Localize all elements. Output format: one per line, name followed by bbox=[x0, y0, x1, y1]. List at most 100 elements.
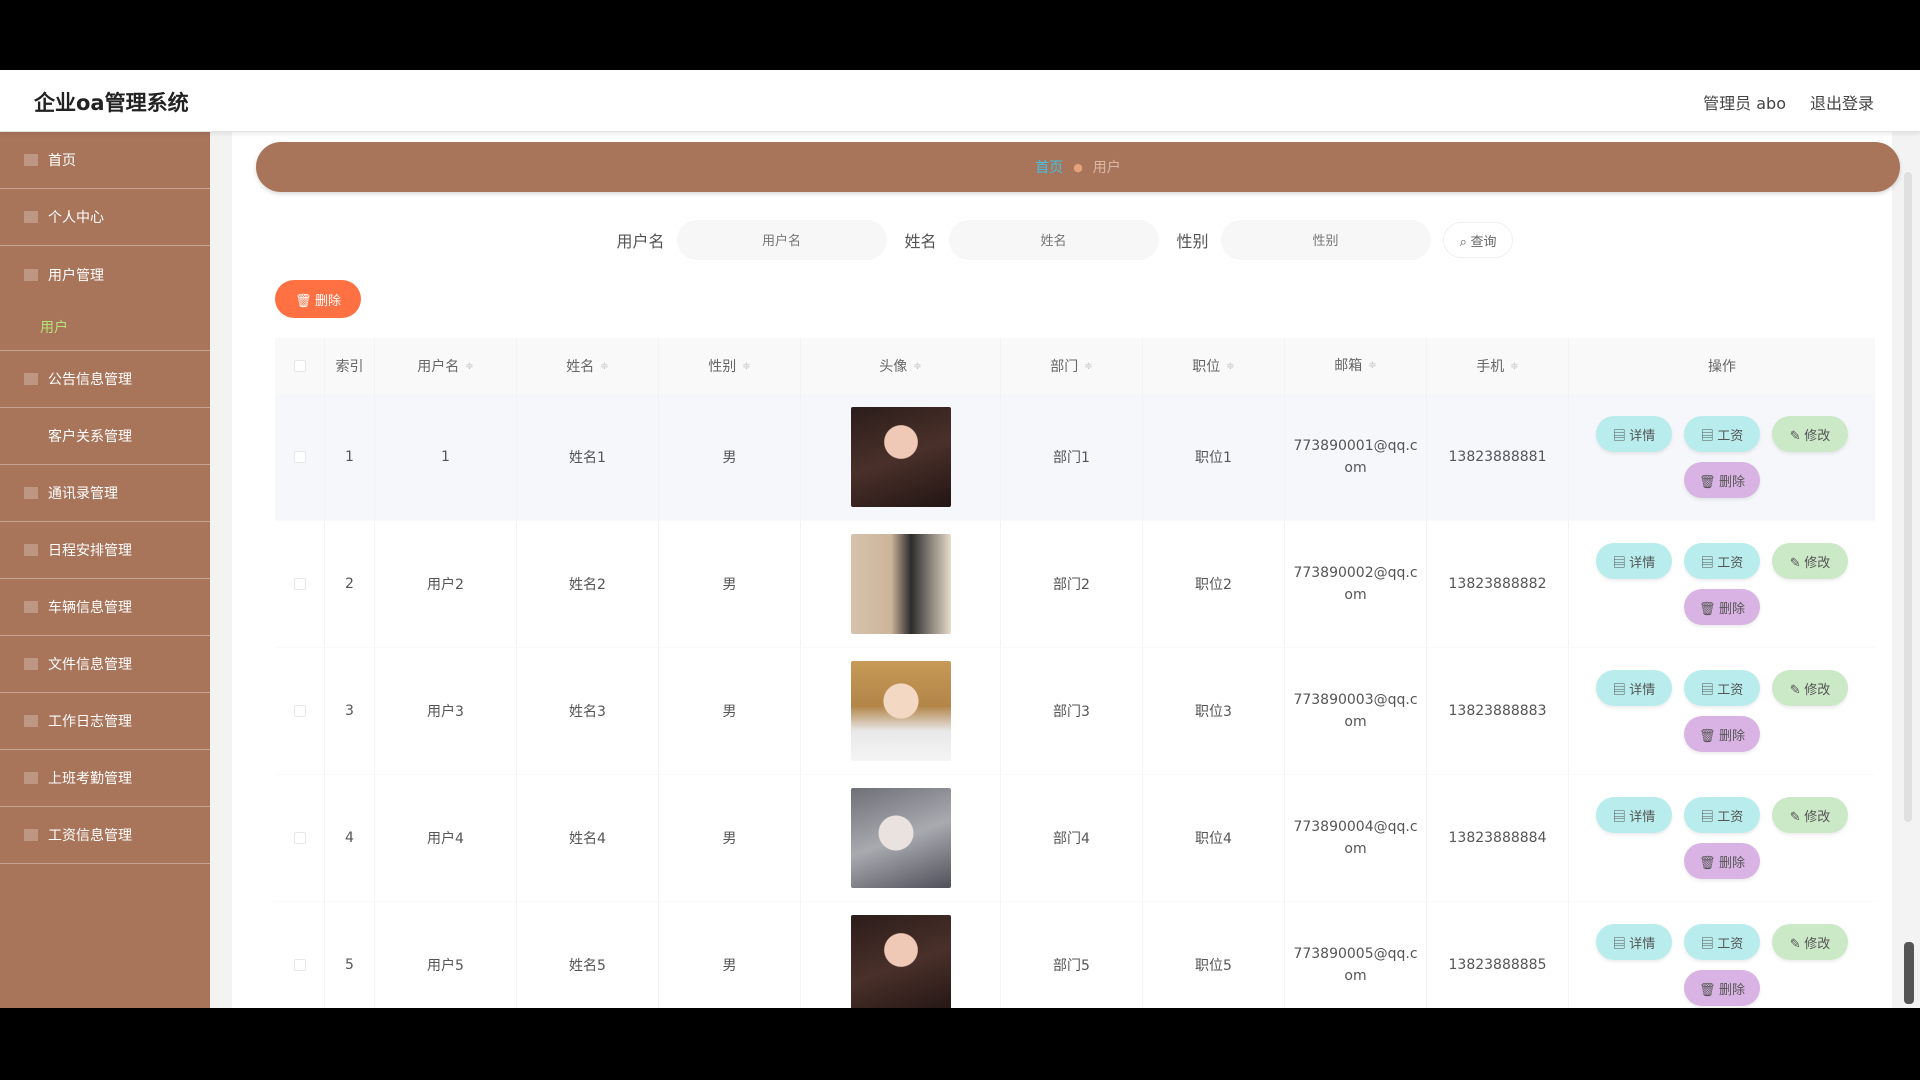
edit-button[interactable]: ✎ 修改 bbox=[1772, 543, 1848, 579]
app-title: 企业oa管理系统 bbox=[34, 91, 189, 115]
app-window: 企业oa管理系统 管理员 abo 退出登录 首页 个人中心 用户管理 用户 公告… bbox=[0, 70, 1920, 1008]
row-checkbox[interactable] bbox=[293, 451, 306, 463]
cell-gender: 男 bbox=[659, 648, 801, 774]
sidebar-item-user-management[interactable]: 用户管理 bbox=[0, 246, 210, 303]
username-label: 用户名 bbox=[616, 232, 665, 251]
cell-avatar bbox=[801, 521, 1001, 647]
col-phone[interactable]: 手机 ≑ bbox=[1427, 338, 1569, 394]
sort-icon[interactable]: ≑ bbox=[742, 361, 750, 372]
salary-button[interactable]: ▤ 工资 bbox=[1684, 670, 1760, 706]
sidebar-item-home[interactable]: 首页 bbox=[0, 132, 210, 189]
gender-label: 性别 bbox=[1176, 232, 1209, 251]
sort-icon[interactable]: ≑ bbox=[600, 361, 608, 372]
sidebar-item-vehicles[interactable]: 车辆信息管理 bbox=[0, 579, 210, 636]
cell-avatar bbox=[801, 648, 1001, 774]
sidebar-item-label: 日程安排管理 bbox=[48, 543, 132, 559]
sort-icon[interactable]: ≑ bbox=[1368, 355, 1376, 377]
money-icon bbox=[24, 829, 38, 841]
cell-username: 用户4 bbox=[375, 775, 517, 901]
col-username[interactable]: 用户名 ≑ bbox=[375, 338, 517, 394]
sidebar-item-salary[interactable]: 工资信息管理 bbox=[0, 807, 210, 864]
book-icon bbox=[24, 487, 38, 499]
scrollbar-thumb[interactable] bbox=[1904, 942, 1914, 1004]
select-all-checkbox[interactable] bbox=[293, 360, 306, 372]
col-email[interactable]: 邮箱 ≑ bbox=[1285, 338, 1427, 394]
delete-button[interactable]: 🗑 删除 bbox=[1684, 716, 1760, 752]
row-select-cell bbox=[275, 775, 325, 901]
delete-button[interactable]: 🗑 删除 bbox=[1684, 589, 1760, 625]
breadcrumb-current: 用户 bbox=[1092, 160, 1121, 176]
detail-button[interactable]: ▤ 详情 bbox=[1596, 416, 1672, 452]
salary-button[interactable]: ▤ 工资 bbox=[1684, 924, 1760, 960]
cell-name: 姓名3 bbox=[517, 648, 659, 774]
sort-icon[interactable]: ≑ bbox=[913, 361, 921, 372]
breadcrumb-home[interactable]: 首页 bbox=[1035, 157, 1063, 177]
logout-link[interactable]: 退出登录 bbox=[1810, 90, 1874, 114]
cell-position: 职位2 bbox=[1143, 521, 1285, 647]
gender-input[interactable] bbox=[1220, 220, 1431, 260]
delete-button[interactable]: 🗑 删除 bbox=[1684, 462, 1760, 498]
sidebar-item-announcements[interactable]: 公告信息管理 bbox=[0, 351, 210, 408]
sidebar-item-work-logs[interactable]: 工作日志管理 bbox=[0, 693, 210, 750]
row-checkbox[interactable] bbox=[293, 832, 306, 844]
cell-email: 773890001@qq.com bbox=[1285, 394, 1427, 520]
salary-button[interactable]: ▤ 工资 bbox=[1684, 416, 1760, 452]
detail-button[interactable]: ▤ 详情 bbox=[1596, 543, 1672, 579]
row-checkbox[interactable] bbox=[293, 959, 306, 971]
cell-gender: 男 bbox=[659, 521, 801, 647]
row-checkbox[interactable] bbox=[293, 705, 306, 717]
sidebar-item-address-book[interactable]: 通讯录管理 bbox=[0, 465, 210, 522]
admin-user-label: 管理员 abo bbox=[1703, 94, 1786, 113]
cell-index: 1 bbox=[325, 394, 375, 520]
delete-button[interactable]: 🗑 删除 bbox=[1684, 970, 1760, 1006]
sort-icon[interactable]: ≑ bbox=[1226, 361, 1234, 372]
detail-button[interactable]: ▤ 详情 bbox=[1596, 924, 1672, 960]
col-avatar[interactable]: 头像 ≑ bbox=[801, 338, 1001, 394]
username-input[interactable] bbox=[676, 220, 887, 260]
sidebar-subitem-users[interactable]: 用户 bbox=[0, 303, 210, 351]
edit-button[interactable]: ✎ 修改 bbox=[1772, 416, 1848, 452]
delete-button[interactable]: 🗑 删除 bbox=[1684, 843, 1760, 879]
cell-email: 773890002@qq.com bbox=[1285, 521, 1427, 647]
sort-icon[interactable]: ≑ bbox=[1084, 361, 1092, 372]
col-name[interactable]: 姓名 ≑ bbox=[517, 338, 659, 394]
select-all-cell bbox=[275, 338, 325, 394]
cell-position: 职位1 bbox=[1143, 394, 1285, 520]
cell-ops: ▤ 详情 ▤ 工资 ✎ 修改 🗑 删除 bbox=[1569, 902, 1875, 1008]
sidebar-item-label: 客户关系管理 bbox=[48, 429, 132, 445]
cell-gender: 男 bbox=[659, 902, 801, 1008]
col-department[interactable]: 部门 ≑ bbox=[1001, 338, 1143, 394]
sidebar-item-files[interactable]: 文件信息管理 bbox=[0, 636, 210, 693]
sidebar-item-customers[interactable]: 客户关系管理 bbox=[0, 408, 210, 465]
col-index: 索引 bbox=[325, 338, 375, 394]
sidebar-item-label: 个人中心 bbox=[48, 210, 104, 226]
name-input[interactable] bbox=[948, 220, 1159, 260]
sidebar-item-label: 首页 bbox=[48, 153, 76, 169]
sort-icon[interactable]: ≑ bbox=[1510, 361, 1518, 372]
search-button[interactable]: ⌕ 查询 bbox=[1442, 222, 1514, 258]
edit-button[interactable]: ✎ 修改 bbox=[1772, 670, 1848, 706]
sort-icon[interactable]: ≑ bbox=[465, 361, 473, 372]
header-actions: 管理员 abo 退出登录 bbox=[1703, 90, 1874, 114]
salary-button[interactable]: ▤ 工资 bbox=[1684, 797, 1760, 833]
detail-button[interactable]: ▤ 详情 bbox=[1596, 670, 1672, 706]
cell-phone: 13823888881 bbox=[1427, 394, 1569, 520]
name-label: 姓名 bbox=[904, 232, 937, 251]
edit-button[interactable]: ✎ 修改 bbox=[1772, 797, 1848, 833]
vertical-scrollbar[interactable] bbox=[1904, 172, 1912, 822]
edit-button[interactable]: ✎ 修改 bbox=[1772, 924, 1848, 960]
table-row: 3 用户3 姓名3 男 部门3 职位3 773890003@qq.com 138… bbox=[275, 648, 1875, 775]
sidebar-item-attendance[interactable]: 上班考勤管理 bbox=[0, 750, 210, 807]
sidebar-item-schedule[interactable]: 日程安排管理 bbox=[0, 522, 210, 579]
salary-button[interactable]: ▤ 工资 bbox=[1684, 543, 1760, 579]
cell-avatar bbox=[801, 394, 1001, 520]
cell-department: 部门5 bbox=[1001, 902, 1143, 1008]
cell-username: 用户3 bbox=[375, 648, 517, 774]
bulk-delete-button[interactable]: 🗑 删除 bbox=[275, 280, 361, 318]
sidebar-item-profile[interactable]: 个人中心 bbox=[0, 189, 210, 246]
col-position[interactable]: 职位 ≑ bbox=[1143, 338, 1285, 394]
col-gender[interactable]: 性别 ≑ bbox=[659, 338, 801, 394]
detail-button[interactable]: ▤ 详情 bbox=[1596, 797, 1672, 833]
breadcrumb-separator-icon: ● bbox=[1073, 160, 1083, 174]
row-checkbox[interactable] bbox=[293, 578, 306, 590]
